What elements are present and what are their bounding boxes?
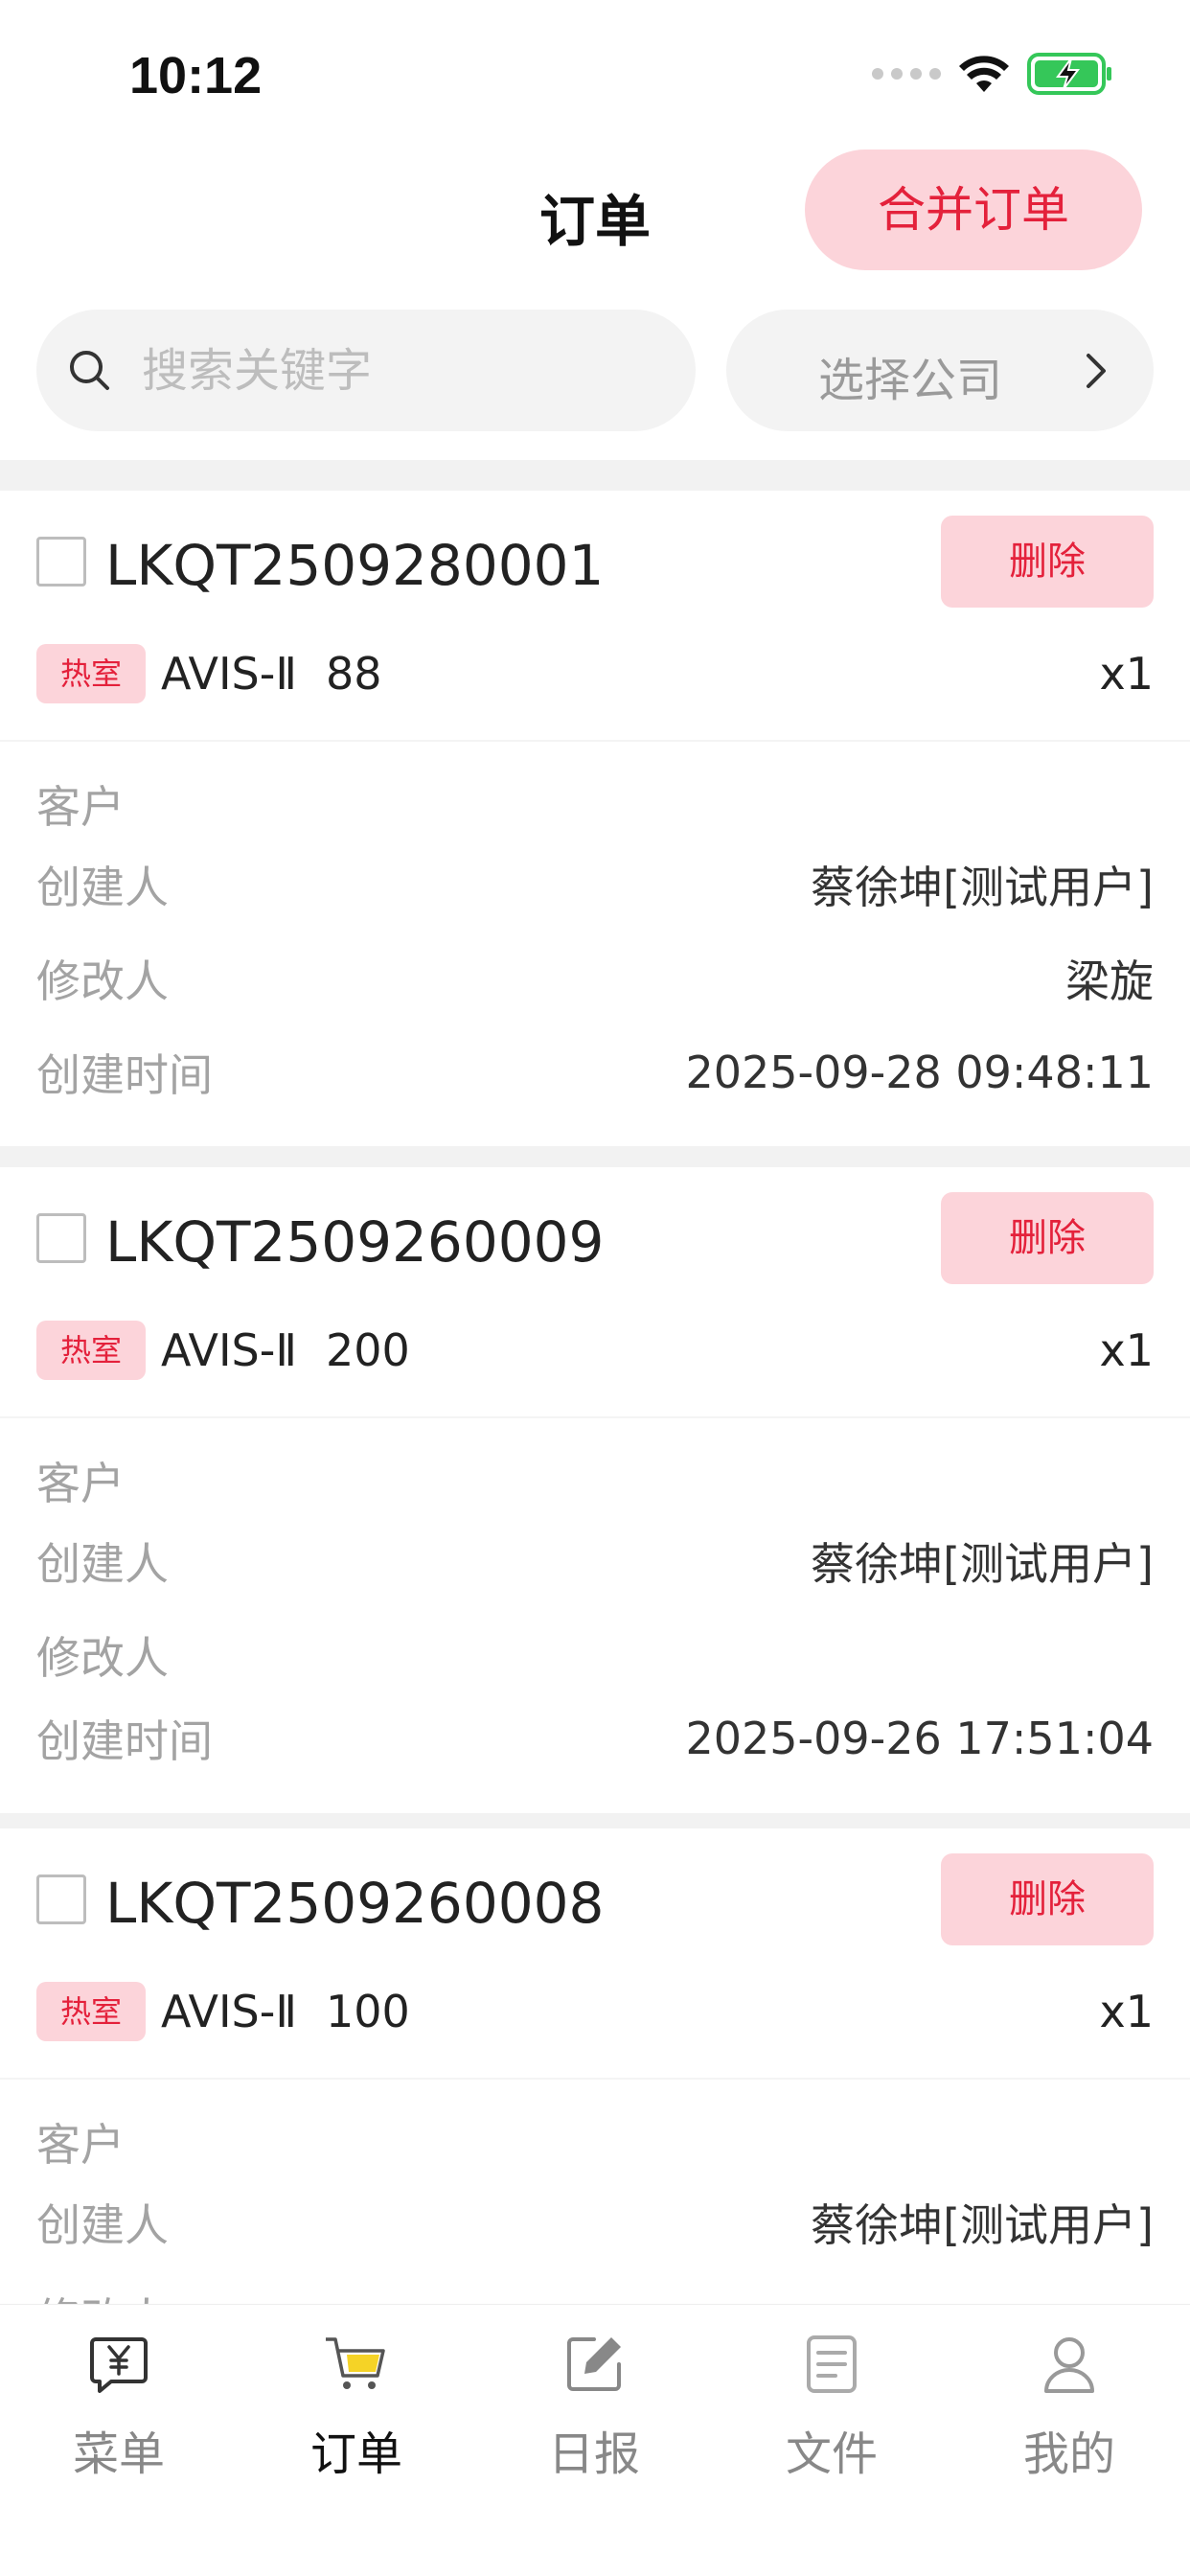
delete-button[interactable]: 删除 xyxy=(941,1192,1154,1284)
product-spec: 100 xyxy=(326,1986,410,2037)
document-icon xyxy=(807,2335,857,2393)
order-details: 客户 创建人 蔡徐坤[测试用户] 修改人 创建时间 2025-09-26 17:… xyxy=(0,1416,1190,1802)
modifier-label: 修改人 xyxy=(36,955,169,1007)
quantity: x1 xyxy=(1099,1324,1155,1376)
product-name: AVIS-Ⅱ xyxy=(161,1324,297,1376)
user-icon xyxy=(1044,2337,1094,2393)
quantity: x1 xyxy=(1099,1986,1155,2037)
product-name: AVIS-Ⅱ xyxy=(161,1986,297,2037)
menu-yen-icon xyxy=(90,2337,148,2393)
detail-row-modifier: 修改人 梁旋 xyxy=(36,932,1154,1025)
creator-label: 创建人 xyxy=(36,1538,169,1590)
order-number: LKQT2509280001 xyxy=(105,533,605,598)
detail-row-customer: 客户 xyxy=(36,1447,1154,1514)
edit-report-icon xyxy=(567,2337,621,2391)
product-spec: 200 xyxy=(326,1324,410,1376)
order-checkbox[interactable] xyxy=(36,537,86,586)
search-box[interactable] xyxy=(36,310,696,431)
search-row: 选择公司 xyxy=(0,273,1190,460)
creator-value: 蔡徐坤[测试用户] xyxy=(811,2199,1154,2251)
cart-icon xyxy=(326,2337,385,2389)
merge-orders-button[interactable]: 合并订单 xyxy=(805,150,1142,270)
tab-orders[interactable]: 订单 xyxy=(238,2324,475,2483)
status-bar: 10:12 xyxy=(0,0,1190,144)
order-checkbox[interactable] xyxy=(36,1213,86,1263)
product-info: AVIS-Ⅱ 200 xyxy=(161,1321,410,1380)
order-card-header: LKQT2509280001 删除 热室 AVIS-Ⅱ 88 x1 xyxy=(0,491,1190,740)
creator-value: 蔡徐坤[测试用户] xyxy=(811,1538,1154,1590)
tab-label: 菜单 xyxy=(72,2427,165,2481)
order-number: LKQT2509260008 xyxy=(105,1871,605,1936)
modifier-label: 修改人 xyxy=(36,1632,169,1684)
product-spec: 88 xyxy=(326,648,382,700)
order-details: 客户 创建人 蔡徐坤[测试用户] 修改人 梁旋 创建时间 2025-09-28 … xyxy=(0,740,1190,1146)
battery-charging-icon xyxy=(1027,53,1111,95)
status-icons xyxy=(872,53,1113,95)
creator-label: 创建人 xyxy=(36,2199,169,2251)
detail-row-created-at: 创建时间 2025-09-28 09:48:11 xyxy=(36,1025,1154,1119)
created-at-value: 2025-09-28 09:48:11 xyxy=(685,1046,1154,1098)
order-card[interactable]: LKQT2509260009 删除 热室 AVIS-Ⅱ 200 x1 客户 创建人… xyxy=(0,1167,1190,1813)
product-info: AVIS-Ⅱ 88 xyxy=(161,644,382,703)
wifi-icon xyxy=(959,56,1009,92)
product-info: AVIS-Ⅱ 100 xyxy=(161,1982,410,2041)
signal-icon xyxy=(872,68,941,80)
search-icon xyxy=(70,351,109,390)
customer-label: 客户 xyxy=(36,2119,125,2171)
tab-label: 订单 xyxy=(309,2427,402,2481)
category-tag: 热室 xyxy=(36,1982,146,2041)
quantity: x1 xyxy=(1099,648,1155,700)
tab-bar: 菜单 订单 日报 文件 我的 xyxy=(0,2304,1190,2576)
order-card[interactable]: LKQT2509260008 删除 热室 AVIS-Ⅱ 100 x1 客户 创建人… xyxy=(0,1828,1190,2390)
company-select[interactable]: 选择公司 xyxy=(726,310,1154,431)
order-card-header: LKQT2509260008 删除 热室 AVIS-Ⅱ 100 x1 xyxy=(0,1828,1190,2078)
company-select-label: 选择公司 xyxy=(818,354,1003,407)
modifier-value: 梁旋 xyxy=(1065,955,1154,1007)
tab-label: 日报 xyxy=(547,2427,640,2481)
created-at-label: 创建时间 xyxy=(36,1049,213,1101)
header: 订单 合并订单 xyxy=(0,144,1190,273)
delete-button[interactable]: 删除 xyxy=(941,516,1154,608)
order-number: LKQT2509260009 xyxy=(105,1209,605,1275)
category-tag: 热室 xyxy=(36,1321,146,1380)
created-at-label: 创建时间 xyxy=(36,1715,213,1767)
tab-files[interactable]: 文件 xyxy=(713,2324,950,2483)
created-at-value: 2025-09-26 17:51:04 xyxy=(685,1713,1154,1764)
tab-label: 我的 xyxy=(1022,2427,1115,2481)
tab-daily-report[interactable]: 日报 xyxy=(475,2324,713,2483)
creator-value: 蔡徐坤[测试用户] xyxy=(811,862,1154,913)
detail-row-created-at: 创建时间 2025-09-26 17:51:04 xyxy=(36,1702,1154,1775)
tab-menu[interactable]: 菜单 xyxy=(0,2324,238,2483)
order-card[interactable]: LKQT2509280001 删除 热室 AVIS-Ⅱ 88 x1 客户 创建人 … xyxy=(0,491,1190,1146)
creator-label: 创建人 xyxy=(36,862,169,913)
chevron-right-icon xyxy=(1087,354,1106,388)
tab-mine[interactable]: 我的 xyxy=(950,2324,1188,2483)
customer-label: 客户 xyxy=(36,1458,125,1509)
detail-row-creator: 创建人 蔡徐坤[测试用户] xyxy=(36,1514,1154,1608)
category-tag: 热室 xyxy=(36,644,146,703)
status-time: 10:12 xyxy=(129,47,263,104)
detail-row-customer: 客户 xyxy=(36,2108,1154,2175)
product-name: AVIS-Ⅱ xyxy=(161,648,297,700)
detail-row-creator: 创建人 蔡徐坤[测试用户] xyxy=(36,2175,1154,2269)
delete-button[interactable]: 删除 xyxy=(941,1853,1154,1945)
detail-row-customer: 客户 xyxy=(36,770,1154,838)
order-card-header: LKQT2509260009 删除 热室 AVIS-Ⅱ 200 x1 xyxy=(0,1167,1190,1416)
detail-row-creator: 创建人 蔡徐坤[测试用户] xyxy=(36,838,1154,932)
detail-row-modifier: 修改人 xyxy=(36,1608,1154,1702)
order-checkbox[interactable] xyxy=(36,1874,86,1924)
customer-label: 客户 xyxy=(36,781,125,833)
search-input[interactable] xyxy=(142,310,659,431)
tab-label: 文件 xyxy=(785,2427,878,2481)
